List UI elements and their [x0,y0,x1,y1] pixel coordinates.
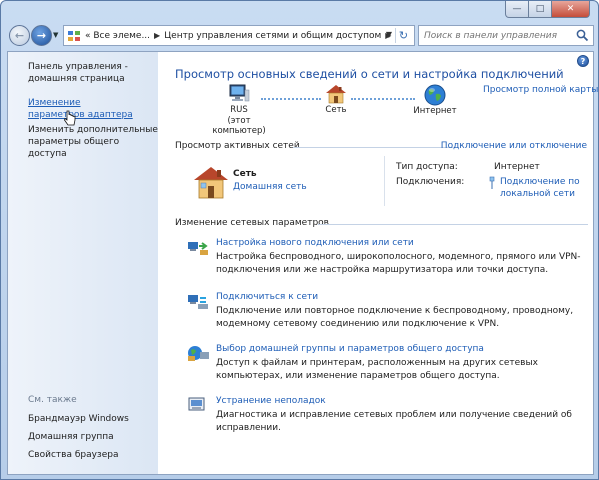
connections-label: Подключения: [396,177,465,187]
see-also-firewall-link[interactable]: Брандмауэр Windows [28,414,129,424]
main-pane: Просмотр основных сведений о сети и наст… [158,52,598,474]
map-node-computer[interactable]: RUS (этот компьютер) [209,84,269,136]
network-name: Сеть [325,105,347,115]
see-also-homegroup-link[interactable]: Домашняя группа [28,432,114,442]
breadcrumb-all-items[interactable]: « Все элеме... [85,31,150,41]
search-icon[interactable] [576,29,589,42]
see-also-heading: См. также [28,395,77,405]
navigation-bar: ← → ▼ « Все элеме... ▶ Центр управления … [7,23,594,49]
connect-to-network-link[interactable]: Подключиться к сети [216,292,318,302]
homegroup-sharing-link[interactable]: Выбор домашней группы и параметров общег… [216,344,484,354]
troubleshoot-icon [188,397,205,411]
troubleshoot-link[interactable]: Устранение неполадок [216,396,326,406]
breadcrumb-network-center[interactable]: Центр управления сетями и общим доступом [164,31,381,41]
local-area-connection-link[interactable]: Подключение по локальной сети [500,176,590,200]
page-title: Просмотр основных сведений о сети и наст… [175,67,564,81]
setup-connection-link[interactable]: Настройка нового подключения или сети [216,238,414,248]
network-adapter-icon [489,176,495,189]
hand-cursor-icon [64,110,76,126]
task-pane: Панель управления - домашняя страница Из… [8,52,158,474]
section-divider [293,147,453,148]
internet-label: Интернет [413,106,457,116]
active-network-name: Сеть [233,169,257,179]
back-button[interactable]: ← [9,25,30,46]
task-description: Доступ к файлам и принтерам, расположенн… [216,358,538,381]
close-button[interactable]: ✕ [552,1,590,18]
task-description: Диагностика и исправление сетевых пробле… [216,410,572,433]
view-full-map-link[interactable]: Просмотр полной карты [483,85,598,95]
content-frame: Панель управления - домашняя страница Из… [7,51,598,475]
search-input[interactable] [419,30,569,41]
control-panel-home-link[interactable]: Панель управления - домашняя страница [28,61,138,85]
change-settings-heading: Изменение сетевых параметров [175,218,329,228]
home-network-icon [326,85,346,104]
task-description: Подключение или повторное подключение к … [216,306,574,329]
access-type-value: Интернет [494,162,540,172]
minimize-button[interactable]: — [505,1,529,18]
task-description: Настройка беспроводного, широкополосного… [216,252,581,275]
advanced-sharing-settings-link[interactable]: Изменить дополнительные параметры общего… [28,124,158,160]
control-panel-icon [68,30,80,41]
new-connection-icon [188,242,208,255]
recent-pages-dropdown[interactable]: ▼ [53,31,58,39]
network-map: RUS (этот компьютер) Сеть Интернет [183,82,483,136]
home-network-icon [194,167,228,199]
section-divider [318,224,588,225]
network-type-link[interactable]: Домашняя сеть [233,182,307,192]
search-box[interactable] [418,25,594,46]
address-bar[interactable]: « Все элеме... ▶ Центр управления сетями… [63,25,415,46]
explorer-window: — □ ✕ ← → ▼ « Все элеме... ▶ Центр управ… [0,0,599,480]
see-also-internet-options-link[interactable]: Свойства браузера [28,450,118,460]
vertical-divider [384,156,385,206]
change-adapter-settings-link[interactable]: Изменение параметров адаптера [28,97,140,121]
computer-icon [229,84,250,102]
connect-network-icon [188,295,208,309]
caption-buttons: — □ ✕ [505,1,590,18]
maximize-button[interactable]: □ [529,1,552,18]
address-dropdown-icon[interactable]: ▼ [386,30,392,39]
computer-subtitle: (этот компьютер) [212,116,266,136]
access-type-label: Тип доступа: [396,162,458,172]
connect-disconnect-link[interactable]: Подключение или отключение [441,141,587,151]
map-node-internet[interactable]: Интернет [405,84,465,116]
homegroup-icon [188,346,209,361]
forward-button[interactable]: → [31,25,52,46]
breadcrumb-separator-icon[interactable]: ▶ [154,31,160,40]
internet-globe-icon [424,84,446,106]
active-networks-heading: Просмотр активных сетей [175,141,300,151]
computer-name: RUS [230,105,248,115]
refresh-icon[interactable]: ↻ [395,28,411,43]
